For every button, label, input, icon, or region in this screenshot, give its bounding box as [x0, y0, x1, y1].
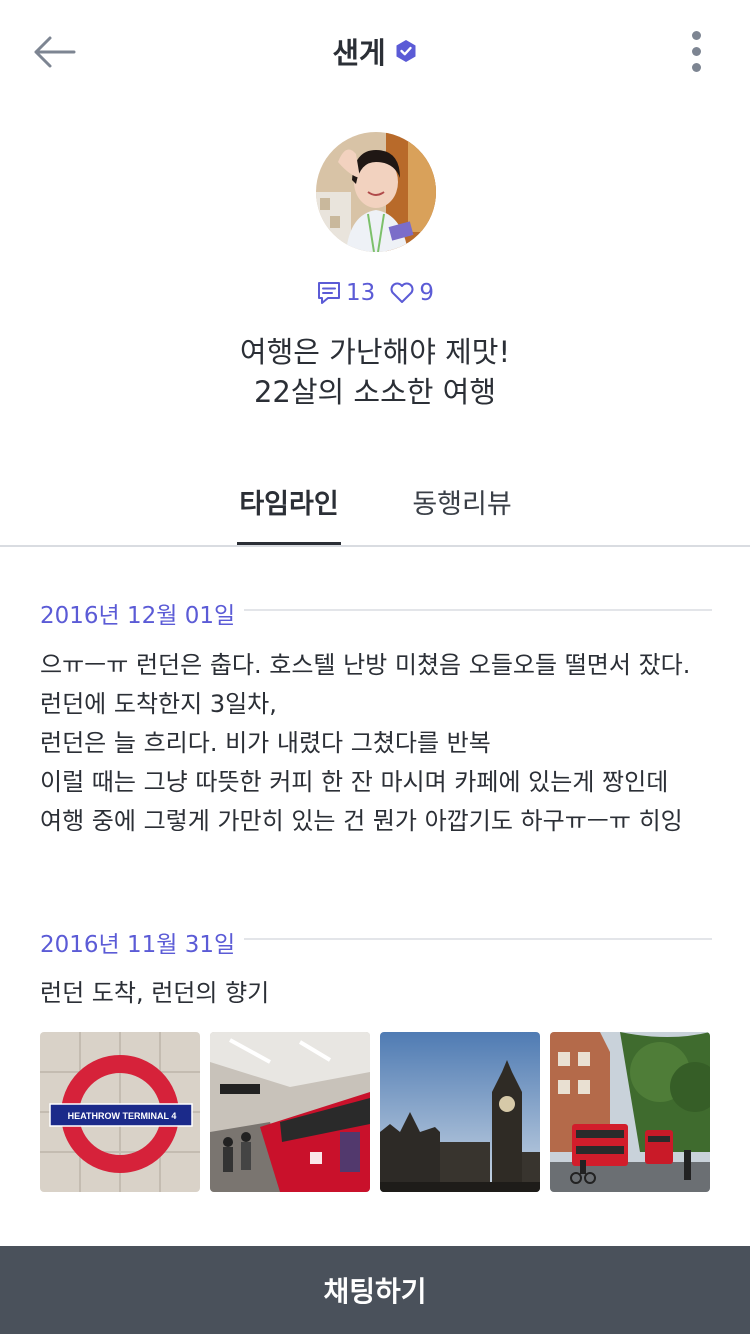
underground-train-photo[interactable] — [210, 1032, 370, 1192]
avatar[interactable] — [316, 132, 436, 252]
bio-line: 여행은 가난해야 제맛! — [239, 335, 511, 369]
comments-stat[interactable]: 13 — [316, 280, 375, 306]
comments-count: 13 — [346, 280, 376, 306]
avatar-image — [316, 132, 436, 252]
likes-stat[interactable]: 9 — [389, 280, 434, 306]
header: 샌게 — [0, 0, 750, 100]
entry-text: 런던 도착, 런던의 향기 — [40, 979, 270, 1007]
chat-button[interactable]: 채팅하기 — [0, 1246, 750, 1334]
page-title: 샌게 — [332, 36, 386, 70]
entry-text: 으ㅠㅡㅠ 런던은 춥다. 호스텔 난방 미쳤음 오들오들 떨면서 잤다. 런던에… — [40, 651, 691, 835]
more-vertical-icon-dot — [691, 62, 701, 72]
title-wrap: 샌게 — [0, 30, 750, 72]
comment-icon — [318, 282, 341, 304]
tab-bar: 타임라인 동행리뷰 — [0, 470, 750, 547]
entry-divider — [244, 938, 712, 940]
more-options-button[interactable] — [676, 26, 716, 76]
heathrow-sign-text: HEATHROW TERMINAL 4 — [68, 1111, 177, 1121]
profile-bio: 여행은 가난해야 제맛! 22살의 소소한 여행 — [0, 332, 750, 412]
big-ben-photo[interactable] — [380, 1032, 540, 1192]
more-vertical-icon — [691, 30, 701, 40]
entry-date: 2016년 11월 31일 — [40, 932, 236, 958]
more-vertical-icon-dot — [691, 46, 701, 56]
likes-count: 9 — [419, 280, 434, 306]
profile-stats: 13 9 — [0, 280, 750, 306]
heathrow-sign-photo[interactable]: HEATHROW TERMINAL 4 — [40, 1032, 200, 1192]
heart-icon — [390, 282, 414, 303]
tab-companion-review[interactable]: 동행리뷰 — [410, 482, 514, 545]
london-street-bus-photo[interactable] — [550, 1032, 710, 1192]
photo-strip: HEATHROW TERMINAL 4 — [40, 1032, 710, 1192]
verified-badge-icon — [396, 40, 416, 62]
bio-line: 22살의 소소한 여행 — [253, 375, 497, 409]
entry-date: 2016년 12월 01일 — [40, 603, 236, 629]
tab-timeline[interactable]: 타임라인 — [237, 482, 341, 545]
entry-divider — [244, 609, 712, 611]
